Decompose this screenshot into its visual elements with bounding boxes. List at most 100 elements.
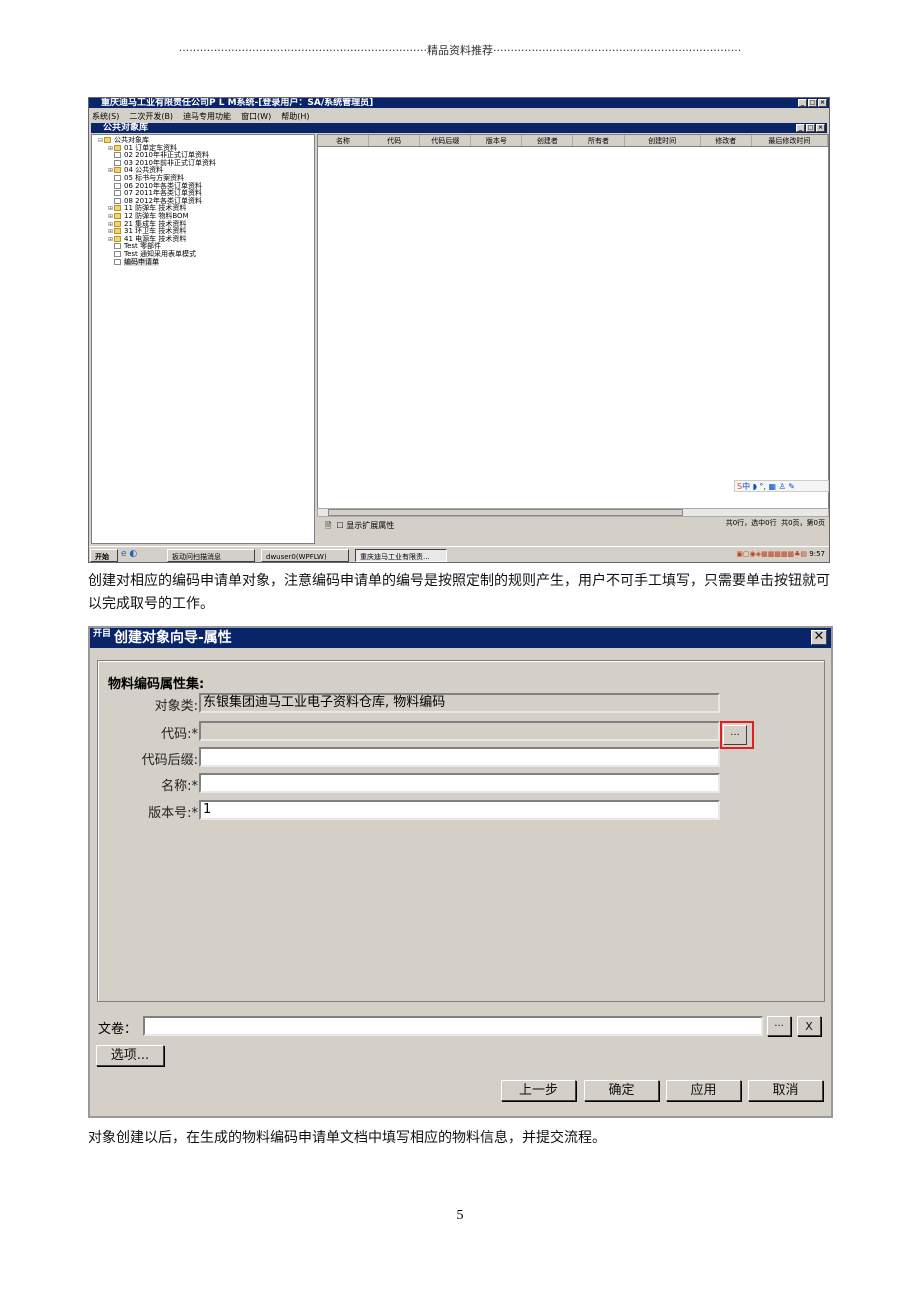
volume-clear-button[interactable]: X: [797, 1016, 821, 1036]
field-label: 代码:*: [161, 727, 198, 742]
horizontal-scrollbar[interactable]: [317, 508, 829, 517]
show-ext-checkbox[interactable]: 🗎 ☐ 显示扩展属性: [325, 520, 394, 534]
tray-icons[interactable]: ▣▢◉◈▦▩▩▩▩♣▤: [736, 550, 809, 558]
field-input[interactable]: [199, 773, 720, 793]
menubar: 系统(S) 二次开发(B) 迪马专用功能 窗口(W) 帮助(H): [92, 109, 319, 121]
close-button[interactable]: ×: [818, 99, 827, 107]
create-object-dialog: 开目 创建对象向导-属性 ✕ 物料编码属性集: 对象类: 东银集团迪马工业电子资料…: [88, 626, 833, 1118]
system-tray: ▣▢◉◈▦▩▩▩▩♣▤ 9:57: [736, 547, 825, 561]
folder-icon: [114, 205, 121, 212]
maximize-button[interactable]: □: [806, 124, 815, 132]
column-header[interactable]: 代码后缀: [420, 135, 472, 146]
quicklaunch-icons[interactable]: e ◐: [121, 547, 137, 561]
folder-icon: [114, 167, 121, 174]
header-dots: ········································…: [493, 44, 742, 57]
column-header[interactable]: 名称: [318, 135, 370, 146]
inner-title: 公共对象库: [103, 123, 149, 133]
clock: 9:57: [809, 550, 825, 558]
field-label: 对象类:: [154, 699, 198, 714]
column-header[interactable]: 代码: [369, 135, 421, 146]
menu-system[interactable]: 系统(S): [92, 112, 119, 121]
ime-label: 中: [742, 482, 751, 491]
field-input[interactable]: 1: [199, 800, 720, 820]
column-header[interactable]: 创建时间: [625, 135, 701, 146]
object-tree[interactable]: ⊟ 公共对象库 ⊞ 01 订单定车资料 02 2010年非正式订单资料 03 2010年…: [91, 134, 315, 544]
document-icon: [114, 197, 121, 204]
highlight-box: [720, 721, 754, 749]
paragraph: 对象创建以后，在生成的物料编码申请单文档中填写相应的物料信息，并提交流程。: [88, 1130, 606, 1146]
field-label: 名称:*: [161, 779, 198, 794]
minimize-button[interactable]: _: [796, 124, 805, 132]
table-header: 名称 代码 代码后缀 版本号 创建者 所有者 创建时间 修改者 最后修改时间: [318, 135, 828, 147]
document-icon: [114, 243, 121, 250]
attribute-group: 物料编码属性集: 对象类: 东银集团迪马工业电子资料仓库, 物料编码 代码:* 代码后…: [97, 660, 825, 1002]
document-icon: [114, 159, 121, 166]
tree-item[interactable]: 编码申请单: [98, 257, 312, 267]
options-button[interactable]: 选项...: [96, 1045, 164, 1066]
tree-item-label: Test 通知采用表单模式: [124, 249, 197, 258]
back-button[interactable]: 上一步: [501, 1080, 576, 1101]
show-ext-label: 显示扩展属性: [346, 521, 395, 530]
folder-icon: [114, 144, 121, 151]
task-button[interactable]: dwuser0(WPFLW): [261, 549, 349, 562]
menu-window[interactable]: 窗口(W): [241, 112, 271, 121]
document-icon: [114, 190, 121, 197]
field-label: 代码后缀:: [141, 753, 198, 768]
column-header[interactable]: 最后修改时间: [752, 135, 828, 146]
folder-icon: [114, 220, 121, 227]
document-icon: [114, 152, 121, 159]
task-button[interactable]: 扳动问扫描消息: [167, 549, 255, 562]
document-icon: [114, 258, 121, 265]
volume-browse-button[interactable]: ...: [767, 1016, 791, 1036]
tree-item-label: 编码申请单: [124, 257, 159, 266]
cancel-button[interactable]: 取消: [748, 1080, 823, 1101]
paragraph: 创建对相应的编码申请单对象，注意编码申请单的编号是按照定制的规则产生，用户不可手…: [88, 573, 830, 612]
document-icon: [114, 182, 121, 189]
column-header[interactable]: 创建者: [522, 135, 574, 146]
task-button-active[interactable]: 重庆迪马工业有限责...: [355, 549, 447, 562]
minimize-button[interactable]: _: [798, 99, 807, 107]
column-header[interactable]: 所有者: [573, 135, 625, 146]
field-label: 版本号:*: [148, 806, 198, 821]
document-icon: [114, 250, 121, 257]
page-number: 5: [456, 1208, 464, 1223]
page-header: ········································…: [160, 42, 760, 58]
column-header[interactable]: 版本号: [471, 135, 523, 146]
document-icon: [114, 174, 121, 181]
window-titlebar: 重庆迪马工业有限责任公司P L M系统-[登录用户：SA/系统管理员] _ □ ×: [89, 98, 829, 108]
menu-help[interactable]: 帮助(H): [281, 112, 309, 121]
object-table[interactable]: 名称 代码 代码后缀 版本号 创建者 所有者 创建时间 修改者 最后修改时间: [317, 134, 829, 510]
app-icon: 开目: [93, 629, 112, 639]
field-input[interactable]: [199, 747, 720, 767]
window-title: 重庆迪马工业有限责任公司P L M系统-[登录用户：SA/系统管理员]: [101, 98, 374, 108]
close-button[interactable]: ✕: [811, 630, 827, 645]
header-title: 精品资料推荐: [427, 44, 493, 57]
menu-dima[interactable]: 迪马专用功能: [183, 112, 231, 121]
dialog-titlebar: 开目 创建对象向导-属性 ✕: [90, 628, 831, 648]
status-rows: 共0行，选中0行: [725, 519, 777, 527]
volume-label: 文卷：: [98, 1022, 138, 1037]
folder-icon: [104, 137, 111, 143]
close-button[interactable]: ×: [816, 124, 825, 132]
group-title: 物料编码属性集:: [108, 677, 205, 692]
menu-dev[interactable]: 二次开发(B): [129, 112, 173, 121]
field-input: 东银集团迪马工业电子资料仓库, 物料编码: [199, 693, 720, 713]
plm-window: 重庆迪马工业有限责任公司P L M系统-[登录用户：SA/系统管理员] _ □ × …: [88, 97, 830, 563]
dialog-title: 创建对象向导-属性: [114, 630, 232, 646]
folder-icon: [114, 212, 121, 219]
status-pages: 共0页，第0页: [781, 519, 825, 527]
ok-button[interactable]: 确定: [584, 1080, 659, 1101]
document-icon: 🗎: [325, 521, 332, 530]
folder-icon: [114, 235, 121, 242]
volume-input[interactable]: [143, 1016, 763, 1036]
header-dots: ········································…: [178, 44, 427, 57]
apply-button[interactable]: 应用: [666, 1080, 741, 1101]
start-button[interactable]: 开始: [90, 549, 118, 562]
column-header[interactable]: 修改者: [701, 135, 752, 146]
taskbar: 开始 e ◐ 扳动问扫描消息 dwuser0(WPFLW) 重庆迪马工业有限责.…: [89, 546, 829, 562]
folder-icon: [114, 228, 121, 235]
status-text: 共0行，选中0行 共0页，第0页: [726, 518, 825, 528]
field-input: [199, 721, 720, 741]
maximize-button[interactable]: □: [808, 99, 817, 107]
ime-toolbar[interactable]: S中 ◗ °, ▦ ♙ ✎: [734, 480, 829, 492]
